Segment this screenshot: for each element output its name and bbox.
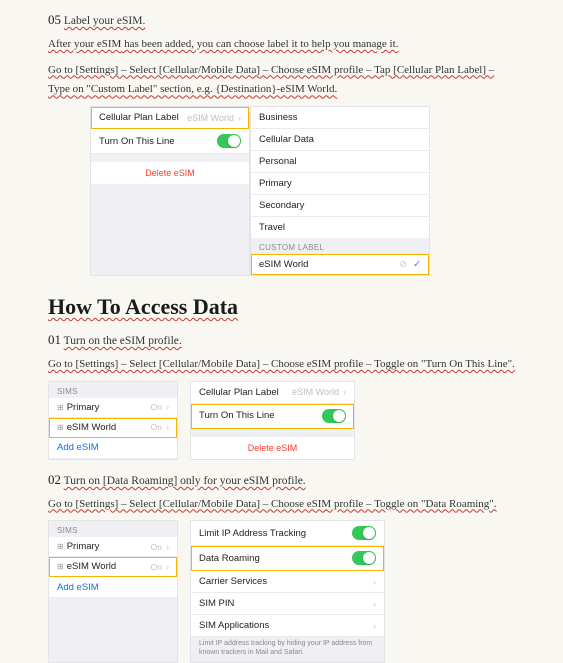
section-title: How To Access Data	[48, 294, 515, 320]
esim-roaming-panel: Limit IP Address Tracking Data Roaming C…	[190, 520, 385, 663]
chevron-right-icon: ›	[166, 562, 169, 572]
sims-header: SIMs	[49, 521, 177, 537]
cellular-plan-label-value: eSIM World	[292, 387, 339, 397]
turn-on-line-label: Turn On This Line	[99, 136, 217, 147]
chevron-right-icon: ›	[238, 113, 241, 123]
turn-on-line-label: Turn On This Line	[199, 410, 322, 421]
label-option[interactable]: Travel	[251, 217, 429, 238]
chevron-right-icon: ›	[373, 599, 376, 609]
label-option[interactable]: Personal	[251, 151, 429, 173]
label-option[interactable]: Cellular Data	[251, 129, 429, 151]
custom-label-input-row[interactable]: eSIM World ⊘ ✓	[251, 254, 429, 275]
step05-number: 05	[48, 12, 61, 27]
label-option[interactable]: Primary	[251, 173, 429, 195]
step02-instruction: Go to [Settings] – Select [Cellular/Mobi…	[48, 495, 515, 515]
step02-title: Turn on [Data Roaming] only for your eSI…	[64, 475, 306, 487]
cellular-plan-label-row[interactable]: Cellular Plan Label eSIM World ›	[191, 382, 354, 404]
sim-primary-status: On	[151, 402, 162, 412]
sim-esim-status: On	[151, 562, 162, 572]
sim-row-esim[interactable]: eSIM World On ›	[49, 557, 177, 577]
data-roaming-row[interactable]: Data Roaming	[191, 546, 384, 571]
toggle-on-icon[interactable]	[352, 551, 376, 565]
toggle-on-icon[interactable]	[352, 526, 376, 540]
sims-panel: SIMs Primary On › eSIM World On › Add eS…	[48, 381, 178, 460]
step01-number: 01	[48, 332, 61, 347]
chevron-right-icon: ›	[373, 577, 376, 587]
sim-esim-label: eSIM World	[57, 561, 151, 572]
step05-title: Label your eSIM.	[64, 15, 145, 27]
sim-primary-label: Primary	[57, 541, 151, 552]
sim-primary-label: Primary	[57, 402, 151, 413]
cellular-plan-label-text: Cellular Plan Label	[199, 387, 292, 398]
sim-row-esim[interactable]: eSIM World On ›	[49, 418, 177, 438]
step02-screenshot: SIMs Primary On › eSIM World On › Add eS…	[48, 520, 515, 663]
limit-ip-fineprint: Limit IP address tracking by hiding your…	[191, 637, 384, 662]
step05-screenshot: Cellular Plan Label eSIM World › Turn On…	[90, 106, 515, 276]
add-esim-button[interactable]: Add eSIM	[49, 438, 177, 458]
esim-settings-panel: Cellular Plan Label eSIM World › Turn On…	[190, 381, 355, 460]
toggle-on-icon[interactable]	[217, 134, 241, 148]
sims-header: SIMs	[49, 382, 177, 398]
chevron-right-icon: ›	[166, 422, 169, 432]
sim-applications-label: SIM Applications	[199, 620, 369, 631]
clear-icon[interactable]: ⊘	[399, 259, 407, 270]
step05-left-panel: Cellular Plan Label eSIM World › Turn On…	[90, 106, 250, 276]
cellular-plan-label-value: eSIM World	[187, 113, 234, 123]
label-option[interactable]: Business	[251, 107, 429, 129]
step01-instruction: Go to [Settings] – Select [Cellular/Mobi…	[48, 355, 515, 375]
toggle-on-icon[interactable]	[322, 409, 346, 423]
sims-panel: SIMs Primary On › eSIM World On › Add eS…	[48, 520, 178, 663]
delete-esim-button[interactable]: Delete eSIM	[191, 437, 354, 459]
limit-ip-label: Limit IP Address Tracking	[199, 528, 352, 539]
carrier-services-label: Carrier Services	[199, 576, 369, 587]
custom-label-value: eSIM World	[259, 259, 393, 270]
limit-ip-row[interactable]: Limit IP Address Tracking	[191, 521, 384, 546]
sim-primary-status: On	[151, 542, 162, 552]
sim-row-primary[interactable]: Primary On ›	[49, 537, 177, 557]
step05-right-panel: Business Cellular Data Personal Primary …	[250, 106, 430, 276]
step01-screenshot: SIMs Primary On › eSIM World On › Add eS…	[48, 381, 515, 460]
sim-pin-label: SIM PIN	[199, 598, 369, 609]
custom-label-header: CUSTOM LABEL	[251, 238, 429, 254]
label-option[interactable]: Secondary	[251, 195, 429, 217]
step05-instruction-1: After your eSIM has been added, you can …	[48, 35, 515, 55]
add-esim-button[interactable]: Add eSIM	[49, 577, 177, 597]
chevron-right-icon: ›	[373, 621, 376, 631]
turn-on-line-row[interactable]: Turn On This Line	[191, 404, 354, 429]
cellular-plan-label-text: Cellular Plan Label	[99, 112, 187, 123]
cellular-plan-label-row[interactable]: Cellular Plan Label eSIM World ›	[91, 107, 249, 129]
step02-number: 02	[48, 472, 61, 487]
chevron-right-icon: ›	[343, 387, 346, 397]
step01-title: Turn on the eSIM profile.	[64, 335, 182, 347]
turn-on-line-row[interactable]: Turn On This Line	[91, 129, 249, 154]
step05-instruction-2: Go to [Settings] – Select [Cellular/Mobi…	[48, 61, 515, 101]
sim-esim-label: eSIM World	[57, 422, 151, 433]
sim-pin-row[interactable]: SIM PIN ›	[191, 593, 384, 615]
data-roaming-label: Data Roaming	[199, 553, 352, 564]
check-icon[interactable]: ✓	[413, 259, 421, 270]
chevron-right-icon: ›	[166, 402, 169, 412]
carrier-services-row[interactable]: Carrier Services ›	[191, 571, 384, 593]
chevron-right-icon: ›	[166, 542, 169, 552]
delete-esim-button[interactable]: Delete eSIM	[91, 162, 249, 184]
sim-esim-status: On	[151, 422, 162, 432]
sim-applications-row[interactable]: SIM Applications ›	[191, 615, 384, 637]
sim-row-primary[interactable]: Primary On ›	[49, 398, 177, 418]
